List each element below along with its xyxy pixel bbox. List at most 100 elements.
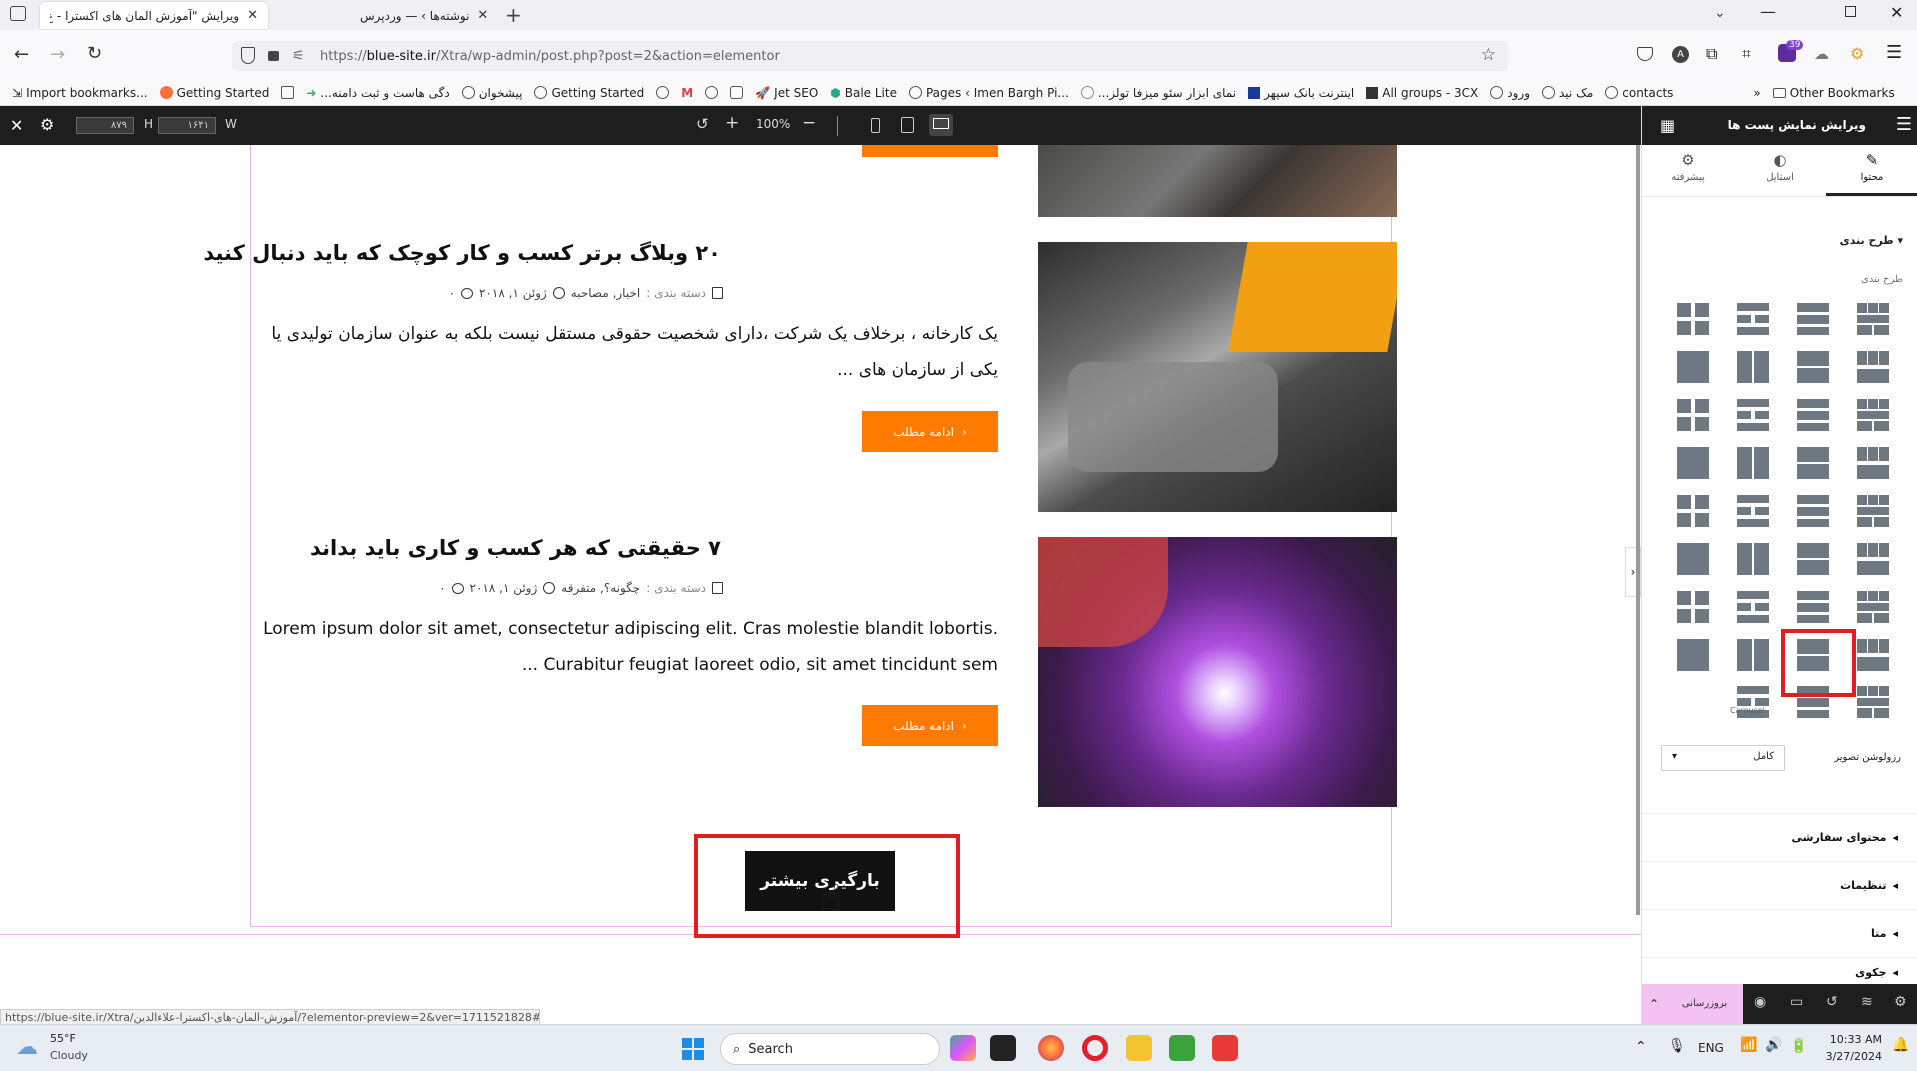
mobile-device-icon[interactable] [871, 118, 880, 133]
windows-start-icon[interactable] [682, 1038, 704, 1060]
zoom-out-icon[interactable]: − [802, 113, 816, 133]
bookmark-macneed[interactable]: مک نید [1542, 86, 1593, 100]
tab-posts[interactable]: نوشته‌ها › — وردپرس ✕ [350, 2, 490, 29]
width-field[interactable]: ۱۶۴۱ [158, 117, 216, 134]
post-image[interactable] [1038, 537, 1397, 807]
firefox-icon[interactable] [1038, 1035, 1064, 1061]
microphone-icon[interactable]: 🎙 [1668, 1038, 1686, 1054]
history-icon[interactable]: ↺ [1826, 994, 1838, 1010]
layout-option[interactable] [1797, 495, 1829, 527]
forward-icon[interactable]: → [50, 44, 65, 65]
layout-option[interactable] [1857, 591, 1889, 623]
shield-icon[interactable] [241, 47, 255, 64]
layout-option[interactable] [1737, 447, 1769, 479]
clock-time[interactable]: 10:33 AM [1820, 1033, 1882, 1046]
bookmark-jet-seo[interactable]: 🚀 Jet SEO [755, 86, 818, 100]
wifi-icon[interactable]: 📶 [1740, 1037, 1757, 1053]
layout-option[interactable] [1737, 303, 1769, 335]
tab-style[interactable]: ◐ استایل [1734, 145, 1826, 196]
layout-option[interactable] [1677, 303, 1709, 335]
menu-icon[interactable]: ☰ [1886, 42, 1902, 63]
reset-zoom-icon[interactable]: ↺ [696, 115, 709, 133]
bookmark-login[interactable]: ورود [1490, 86, 1530, 100]
layout-option[interactable] [1737, 495, 1769, 527]
section-layout-header[interactable]: ▾ طرح بندی [1840, 234, 1903, 247]
tab-content[interactable]: ✎ محتوا [1826, 145, 1917, 196]
taskview-icon[interactable] [990, 1035, 1016, 1061]
new-tab-button[interactable]: + [505, 3, 522, 27]
section-more[interactable]: ◂ جکوی [1642, 957, 1917, 987]
pocket-icon[interactable] [1637, 47, 1653, 61]
read-more-button[interactable]: ‹ ادامه مطلب [862, 411, 998, 452]
post-image[interactable] [1038, 242, 1397, 512]
tab-elementor-editor[interactable]: ویرایش "آموزش المان های اکسترا - ع ✕ [40, 2, 268, 29]
layout-option[interactable] [1737, 639, 1769, 671]
layout-option[interactable] [1677, 591, 1709, 623]
chevron-down-icon[interactable]: ⌄ [1714, 5, 1726, 21]
layout-option[interactable] [1737, 351, 1769, 383]
bookmark-app[interactable] [730, 86, 744, 99]
layout-option[interactable] [1737, 591, 1769, 623]
bookmark-getting-started-2[interactable]: Getting Started [534, 86, 644, 100]
layout-option[interactable] [1677, 639, 1709, 671]
bookmark-globe[interactable] [656, 86, 670, 99]
layout-option[interactable] [1857, 399, 1889, 431]
bookmarks-overflow[interactable]: » [1753, 86, 1760, 100]
zoom-in-icon[interactable]: + [725, 113, 739, 133]
layout-option[interactable] [1857, 543, 1889, 575]
bookmark-getting-started[interactable]: Getting Started [159, 86, 269, 100]
update-options-button[interactable]: ⌃ [1642, 984, 1666, 1024]
other-bookmarks[interactable]: Other Bookmarks [1772, 86, 1895, 100]
post-image-partial[interactable] [1038, 145, 1397, 217]
search-box[interactable]: ⌕ Search [720, 1033, 940, 1065]
height-field[interactable]: ۸۷۹ [76, 117, 134, 134]
layout-option[interactable] [1797, 543, 1829, 575]
post-title[interactable]: ۷ حقیقتی که هر کسب و کاری باید بداند [310, 536, 721, 560]
settings-extension-icon[interactable]: ⚙ [1850, 44, 1864, 63]
desktop-device-icon[interactable] [929, 114, 953, 136]
read-more-button-partial[interactable] [862, 145, 998, 157]
bookmark-import[interactable]: ⇲ Import bookmarks... [12, 86, 148, 100]
bookmark-item[interactable] [281, 86, 295, 99]
file-explorer-icon[interactable] [1126, 1035, 1152, 1061]
notification-icon[interactable]: 🔔 [1892, 1037, 1909, 1053]
bookmark-pages[interactable]: Pages ‹ Imen Bargh Pi... [908, 86, 1069, 100]
star-icon[interactable]: ☆ [1481, 45, 1496, 65]
opera-icon[interactable] [1082, 1035, 1108, 1061]
layout-option[interactable] [1677, 543, 1709, 575]
layout-option[interactable] [1677, 447, 1709, 479]
layers-icon[interactable]: ≋ [1861, 994, 1873, 1010]
tab-advanced[interactable]: ⚙ پیشرفته [1642, 145, 1734, 196]
gear-icon[interactable]: ⚙ [1894, 994, 1907, 1010]
close-icon[interactable]: ✕ [247, 8, 258, 23]
minimize-button[interactable]: — [1760, 2, 1776, 21]
url-bar[interactable]: ⚟ https://blue-site.ir/Xtra/wp-admin/pos… [232, 41, 1508, 71]
layout-option[interactable] [1677, 351, 1709, 383]
gear-icon[interactable]: ⚙ [40, 115, 54, 134]
bookmark-dashboard[interactable]: پیشخوان [461, 86, 522, 100]
responsive-icon[interactable]: ▭ [1790, 994, 1803, 1010]
canvas-scrollbar[interactable] [1636, 145, 1640, 915]
section-custom-content[interactable]: ◂ محتوای سفارشی [1642, 813, 1917, 861]
layout-option[interactable] [1797, 591, 1829, 623]
layout-option[interactable] [1797, 351, 1829, 383]
read-more-button[interactable]: ‹ ادامه مطلب [862, 705, 998, 746]
post-title[interactable]: ۲۰ وبلاگ برتر کسب و کار کوچک که باید دنب… [203, 241, 721, 265]
bookmark-bale-lite[interactable]: ⬢ Bale Lite [830, 86, 897, 100]
layout-option[interactable] [1677, 495, 1709, 527]
bookmark-sepehr-bank[interactable]: اینترنت بانک سپهر [1248, 86, 1354, 100]
close-window-button[interactable]: ✕ [1890, 3, 1903, 22]
crop-icon[interactable]: ⌗ [1742, 44, 1751, 64]
layout-option[interactable] [1797, 399, 1829, 431]
bookmark-3cx[interactable]: All groups - 3CX [1366, 86, 1478, 100]
tablet-device-icon[interactable] [901, 117, 914, 133]
bookmark-contacts[interactable]: contacts [1605, 86, 1673, 100]
copilot-icon[interactable] [950, 1035, 976, 1061]
close-icon[interactable]: ✕ [477, 8, 488, 23]
layout-option[interactable] [1797, 303, 1829, 335]
layout-option[interactable] [1857, 303, 1889, 335]
layout-option[interactable] [1737, 399, 1769, 431]
layout-option[interactable] [1737, 543, 1769, 575]
account-icon[interactable]: A [1672, 46, 1689, 63]
section-meta[interactable]: ◂ متا [1642, 909, 1917, 957]
